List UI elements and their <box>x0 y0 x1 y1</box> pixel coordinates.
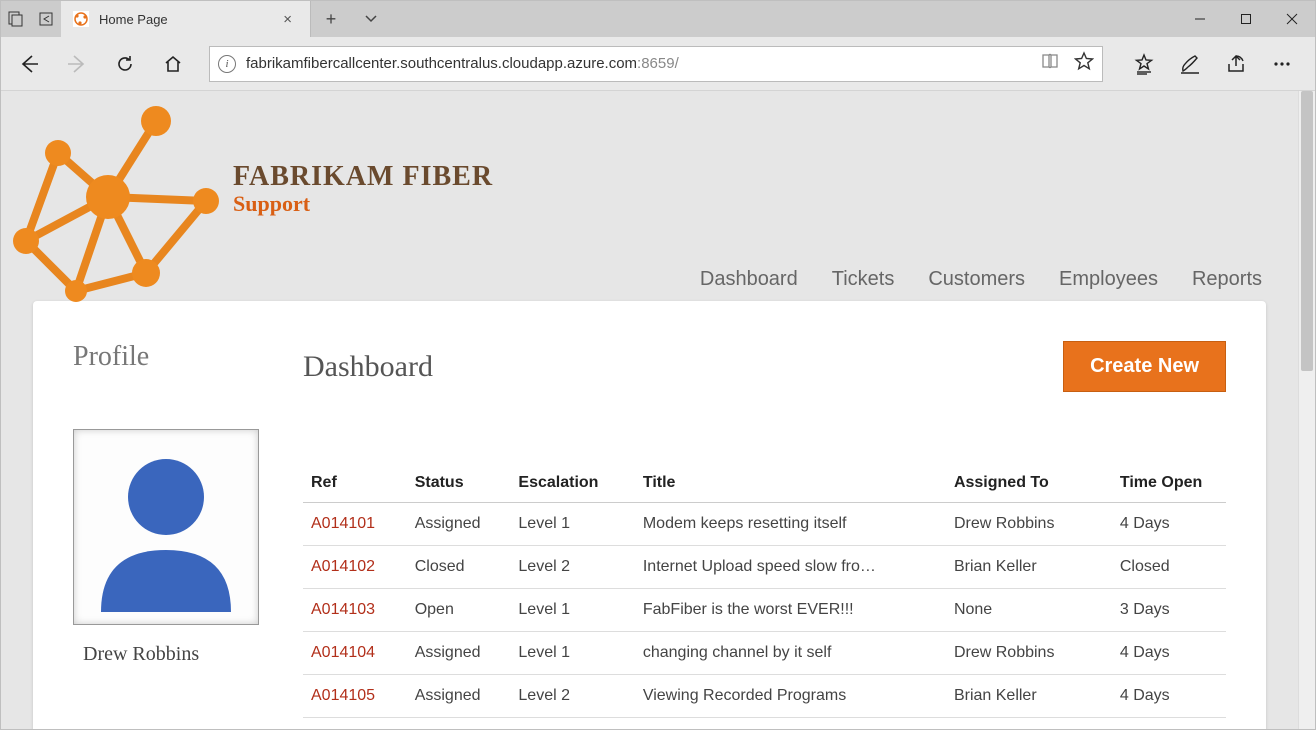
table-row[interactable]: A014103OpenLevel 1FabFiber is the worst … <box>303 589 1226 632</box>
col-ref: Ref <box>303 464 407 503</box>
nav-dashboard[interactable]: Dashboard <box>700 268 798 291</box>
col-assigned: Assigned To <box>946 464 1112 503</box>
nav-tickets[interactable]: Tickets <box>832 268 895 291</box>
cell-title: Internet Upload speed slow fro… <box>635 546 946 589</box>
favicon-icon <box>73 11 89 27</box>
refresh-button[interactable] <box>105 44 145 84</box>
favorites-hub-icon[interactable] <box>1127 47 1161 81</box>
profile-column: Profile Drew Robbins <box>73 341 303 666</box>
table-row[interactable]: A014101AssignedLevel 1Modem keeps resett… <box>303 503 1226 546</box>
cell-escalation: Level 1 <box>510 589 634 632</box>
col-time: Time Open <box>1112 464 1226 503</box>
cell-title: changing channel by it self <box>635 632 946 675</box>
cell-status: Assigned <box>407 503 511 546</box>
cell-ref[interactable]: A014101 <box>303 503 407 546</box>
toolbar-right <box>1119 47 1307 81</box>
table-row[interactable]: A014104AssignedLevel 1changing channel b… <box>303 632 1226 675</box>
window-controls <box>1177 1 1315 37</box>
cell-assigned: Drew Robbins <box>946 503 1112 546</box>
url-text: fabrikamfibercallcenter.southcentralus.c… <box>246 55 1030 72</box>
profile-user-name: Drew Robbins <box>83 643 303 666</box>
profile-heading: Profile <box>73 341 303 373</box>
favorite-star-icon[interactable] <box>1074 51 1094 76</box>
nav-employees[interactable]: Employees <box>1059 268 1158 291</box>
cell-time: 3 Days <box>1112 589 1226 632</box>
cell-title: Modem keeps resetting itself <box>635 503 946 546</box>
avatar <box>73 429 259 625</box>
cell-title: FabFiber is the worst EVER!!! <box>635 589 946 632</box>
tab-aside-icon[interactable] <box>7 10 25 28</box>
browser-window: Home Page × + i fabrikamfibe <box>0 0 1316 730</box>
cell-assigned: Brian Keller <box>946 546 1112 589</box>
col-title: Title <box>635 464 946 503</box>
nav-customers[interactable]: Customers <box>928 268 1025 291</box>
dashboard-column: Dashboard Create New Ref Status <box>303 341 1226 718</box>
main-panel: Profile Drew Robbins Dashboard Cre <box>33 301 1266 729</box>
viewport: FABRIKAM FIBER Support Dashboard Tickets… <box>1 91 1315 729</box>
browser-toolbar: i fabrikamfibercallcenter.southcentralus… <box>1 37 1315 91</box>
tab-menu-icon[interactable] <box>351 1 391 37</box>
address-bar[interactable]: i fabrikamfibercallcenter.southcentralus… <box>209 46 1103 82</box>
cell-ref[interactable]: A014105 <box>303 675 407 718</box>
cell-time: Closed <box>1112 546 1226 589</box>
back-button[interactable] <box>9 44 49 84</box>
site-logo-icon <box>6 101 222 312</box>
home-button[interactable] <box>153 44 193 84</box>
site-header: FABRIKAM FIBER Support Dashboard Tickets… <box>1 91 1298 301</box>
browser-tab[interactable]: Home Page × <box>61 1 311 37</box>
cell-ref[interactable]: A014103 <box>303 589 407 632</box>
cell-status: Assigned <box>407 675 511 718</box>
settings-more-icon[interactable] <box>1265 47 1299 81</box>
main-nav: Dashboard Tickets Customers Employees Re… <box>700 268 1262 291</box>
reading-view-icon[interactable] <box>1040 51 1060 76</box>
cell-time: 4 Days <box>1112 675 1226 718</box>
table-header-row: Ref Status Escalation Title Assigned To … <box>303 464 1226 503</box>
maximize-button[interactable] <box>1223 1 1269 37</box>
create-new-button[interactable]: Create New <box>1063 341 1226 392</box>
col-status: Status <box>407 464 511 503</box>
titlebar: Home Page × + <box>1 1 1315 37</box>
cell-assigned: Brian Keller <box>946 675 1112 718</box>
brand-subtitle: Support <box>233 191 493 217</box>
minimize-button[interactable] <box>1177 1 1223 37</box>
cell-status: Closed <box>407 546 511 589</box>
tab-actions-left <box>1 1 61 37</box>
cell-ref[interactable]: A014104 <box>303 632 407 675</box>
close-window-button[interactable] <box>1269 1 1315 37</box>
share-icon[interactable] <box>1219 47 1253 81</box>
cell-assigned: None <box>946 589 1112 632</box>
cell-time: 4 Days <box>1112 632 1226 675</box>
forward-button[interactable] <box>57 44 97 84</box>
nav-reports[interactable]: Reports <box>1192 268 1262 291</box>
cell-time: 4 Days <box>1112 503 1226 546</box>
cell-assigned: Drew Robbins <box>946 632 1112 675</box>
col-escalation: Escalation <box>510 464 634 503</box>
url-port: :8659/ <box>637 55 679 72</box>
page-title: Dashboard <box>303 350 1063 384</box>
brand-name: FABRIKAM FIBER <box>233 161 493 193</box>
cell-status: Open <box>407 589 511 632</box>
cell-escalation: Level 2 <box>510 675 634 718</box>
site-info-icon[interactable]: i <box>218 55 236 73</box>
notes-icon[interactable] <box>1173 47 1207 81</box>
tickets-table: Ref Status Escalation Title Assigned To … <box>303 464 1226 718</box>
url-host: fabrikamfibercallcenter.southcentralus.c… <box>246 55 637 72</box>
cell-ref[interactable]: A014102 <box>303 546 407 589</box>
cell-status: Assigned <box>407 632 511 675</box>
table-row[interactable]: A014105AssignedLevel 2Viewing Recorded P… <box>303 675 1226 718</box>
cell-title: Viewing Recorded Programs <box>635 675 946 718</box>
scrollbar-thumb[interactable] <box>1301 91 1313 371</box>
cell-escalation: Level 1 <box>510 503 634 546</box>
vertical-scrollbar[interactable] <box>1298 91 1315 729</box>
tab-close-icon[interactable]: × <box>277 11 298 28</box>
brand-block: FABRIKAM FIBER Support <box>233 161 493 217</box>
cell-escalation: Level 1 <box>510 632 634 675</box>
page-content: FABRIKAM FIBER Support Dashboard Tickets… <box>1 91 1298 729</box>
tab-title: Home Page <box>99 12 267 27</box>
table-row[interactable]: A014102ClosedLevel 2Internet Upload spee… <box>303 546 1226 589</box>
cell-escalation: Level 2 <box>510 546 634 589</box>
tab-set-aside-icon[interactable] <box>37 10 55 28</box>
new-tab-button[interactable]: + <box>311 1 351 37</box>
